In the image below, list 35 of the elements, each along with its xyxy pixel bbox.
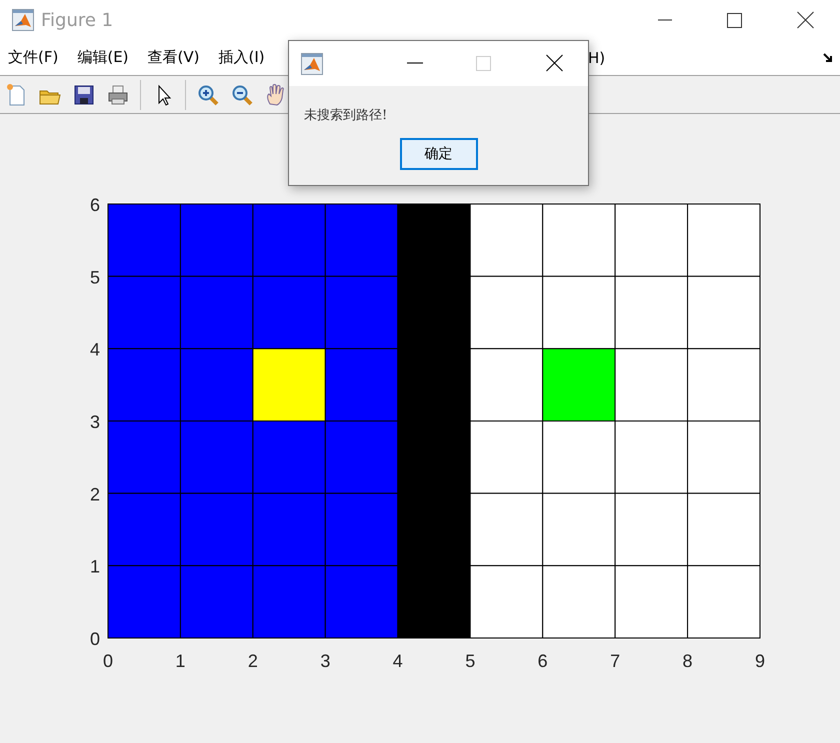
matlab-logo-icon	[12, 9, 34, 31]
maximize-icon	[476, 54, 491, 74]
printer-icon[interactable]	[106, 82, 130, 106]
y-tick-label: 2	[90, 484, 100, 504]
y-tick-label: 6	[90, 195, 100, 215]
close-icon[interactable]	[797, 10, 814, 30]
x-tick-label: 5	[465, 651, 476, 671]
y-tick-label: 3	[90, 412, 100, 432]
x-tick-label: 2	[248, 651, 258, 671]
matlab-logo-icon	[301, 52, 323, 74]
x-tick-label: 3	[320, 651, 330, 671]
x-tick-label: 4	[392, 651, 403, 671]
x-tick-label: 8	[682, 651, 693, 671]
x-tick-label: 0	[103, 651, 113, 671]
ok-button[interactable]: 确定	[400, 138, 478, 170]
x-tick-label: 9	[755, 651, 765, 671]
menu-item[interactable]: 插入(I)	[218, 48, 265, 67]
close-icon[interactable]	[546, 54, 563, 74]
menu-item[interactable]: 查看(V)	[148, 48, 200, 67]
menu-item[interactable]: H)	[588, 48, 606, 66]
x-tick-label: 7	[610, 651, 620, 671]
x-tick-label: 1	[175, 651, 186, 671]
zoom-out-icon[interactable]	[230, 82, 254, 106]
dialog-message: 未搜索到路径!	[304, 107, 388, 124]
menu-item[interactable]: 文件(F)	[8, 48, 58, 67]
x-tick-label: 6	[538, 651, 548, 671]
window-title: Figure 1	[41, 10, 114, 30]
zoom-in-icon[interactable]	[196, 82, 220, 106]
menu-item[interactable]: 编辑(E)	[77, 48, 129, 67]
y-tick-label: 0	[90, 629, 100, 649]
dock-arrow-icon[interactable]	[822, 52, 834, 64]
y-tick-label: 1	[90, 556, 100, 577]
maximize-icon[interactable]	[727, 10, 742, 30]
y-tick-label: 5	[90, 267, 100, 288]
y-tick-label: 4	[90, 340, 100, 360]
